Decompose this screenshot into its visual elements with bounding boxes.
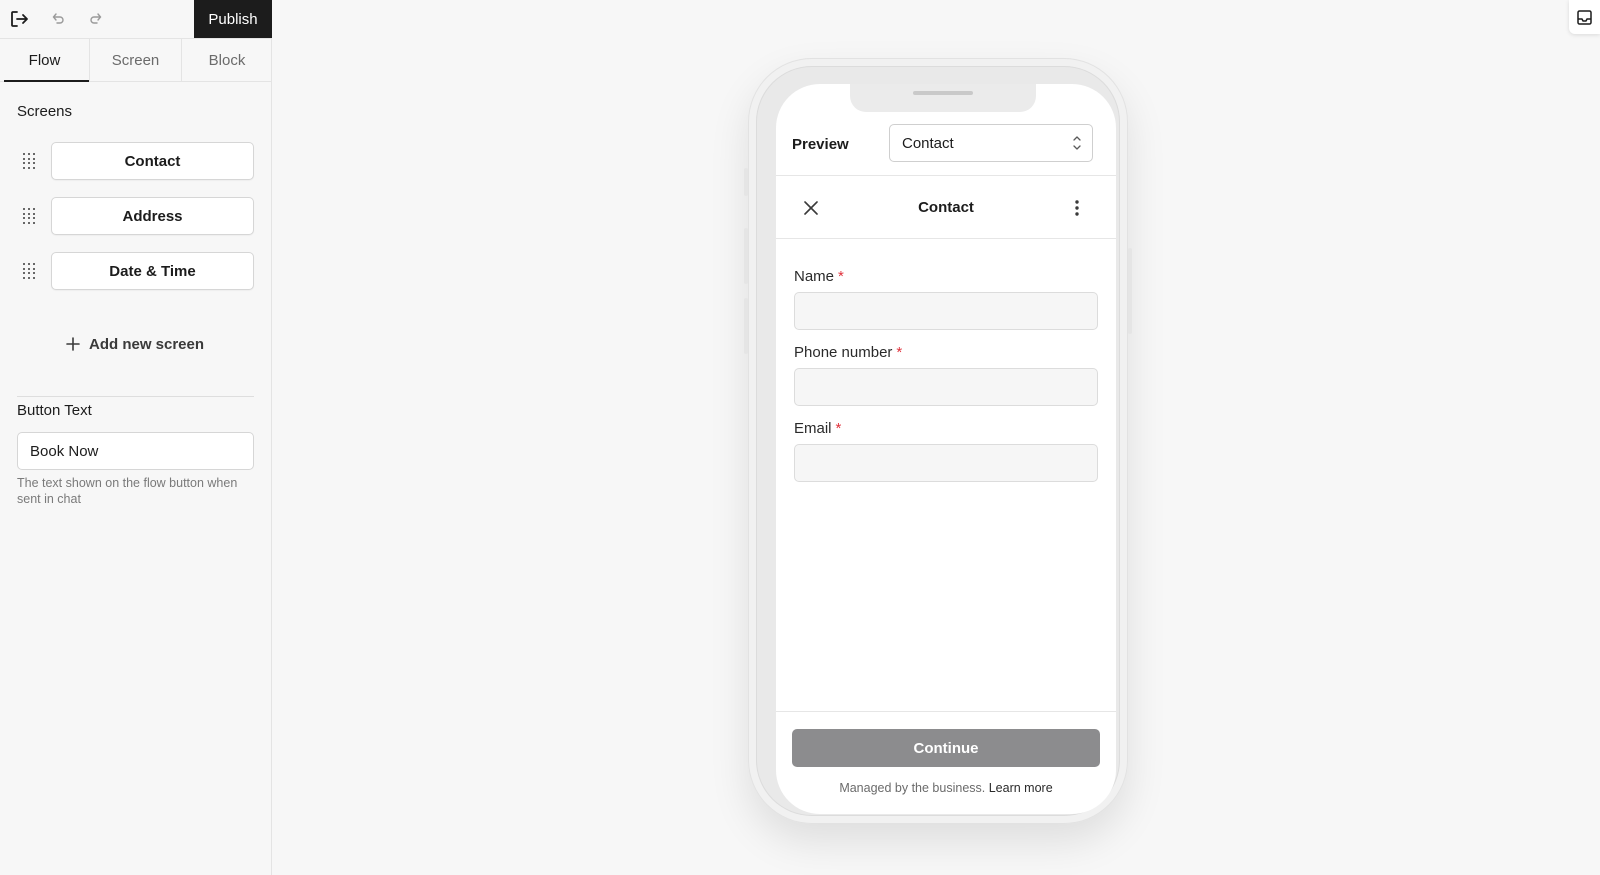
tab-screen[interactable]: Screen xyxy=(90,39,182,82)
learn-more-link[interactable]: Learn more xyxy=(989,781,1053,795)
preview-screen-select[interactable]: Contact xyxy=(889,124,1093,162)
preview-panel-toggle-button[interactable] xyxy=(1569,0,1600,34)
footer-divider xyxy=(776,711,1116,712)
active-tab-indicator xyxy=(4,80,89,82)
button-text-heading: Button Text xyxy=(17,402,92,419)
button-text-helper: The text shown on the flow button when s… xyxy=(17,476,238,506)
phone-notch xyxy=(850,84,1036,112)
preview-bar: Preview Contact xyxy=(776,114,1116,176)
sidebar-tabs: Flow Screen Block xyxy=(0,38,272,82)
name-input[interactable] xyxy=(794,292,1098,330)
phone-side-button xyxy=(744,168,748,196)
continue-button[interactable]: Continue xyxy=(792,729,1100,767)
phone-number-input[interactable] xyxy=(794,368,1098,406)
tab-block[interactable]: Block xyxy=(182,39,272,82)
email-label-text: Email xyxy=(794,420,832,437)
drag-handle-icon[interactable] xyxy=(23,263,37,279)
more-options-icon[interactable] xyxy=(1066,197,1088,219)
screens-heading: Screens xyxy=(17,103,73,120)
screen-row-date-time: Date & Time xyxy=(0,252,272,290)
redo-icon[interactable] xyxy=(84,7,108,31)
phone-preview: Preview Contact Contact Name * Phone num… xyxy=(744,58,1132,824)
screen-row-address: Address xyxy=(0,197,272,235)
drag-handle-icon[interactable] xyxy=(23,208,37,224)
email-input[interactable] xyxy=(794,444,1098,482)
required-mark: * xyxy=(896,344,903,361)
managed-by-note: Managed by the business. Learn more xyxy=(776,781,1116,795)
screen-row-contact: Contact xyxy=(0,142,272,180)
publish-button[interactable]: Publish xyxy=(194,0,272,38)
phone-side-button xyxy=(744,228,748,284)
preview-select-value: Contact xyxy=(902,134,954,152)
phone-side-button xyxy=(744,298,748,354)
managed-text: Managed by the business. xyxy=(839,781,986,795)
required-mark: * xyxy=(835,420,842,437)
add-new-screen-label: Add new screen xyxy=(89,335,205,353)
flow-header: Contact xyxy=(776,177,1116,239)
drag-handle-icon[interactable] xyxy=(23,153,37,169)
button-text-input[interactable] xyxy=(17,432,254,470)
screen-button-address[interactable]: Address xyxy=(51,197,254,235)
preview-label: Preview xyxy=(792,136,849,153)
top-toolbar: Publish xyxy=(0,0,272,38)
phone-side-button xyxy=(1128,248,1132,334)
phone-field-label: Phone number * xyxy=(794,344,902,361)
flow-screen-title: Contact xyxy=(918,199,974,216)
phone-label-text: Phone number xyxy=(794,344,893,361)
exit-icon[interactable] xyxy=(7,7,31,31)
required-mark: * xyxy=(838,268,844,285)
screen-button-date-time[interactable]: Date & Time xyxy=(51,252,254,290)
plus-icon xyxy=(66,337,80,351)
phone-speaker xyxy=(913,91,973,95)
left-sidebar: Publish Flow Screen Block Screens Contac… xyxy=(0,0,272,875)
tab-flow[interactable]: Flow xyxy=(0,39,90,82)
undo-icon[interactable] xyxy=(46,7,70,31)
section-divider xyxy=(17,396,254,397)
phone-screen: Preview Contact Contact Name * Phone num… xyxy=(776,84,1116,814)
add-new-screen-button[interactable]: Add new screen xyxy=(66,333,204,355)
name-field-label: Name * xyxy=(794,268,844,285)
phone-frame: Preview Contact Contact Name * Phone num… xyxy=(756,66,1120,816)
screen-button-contact[interactable]: Contact xyxy=(51,142,254,180)
email-field-label: Email * xyxy=(794,420,841,437)
select-arrows-icon xyxy=(1073,136,1081,150)
name-label-text: Name xyxy=(794,268,835,285)
inbox-icon xyxy=(1577,9,1592,25)
